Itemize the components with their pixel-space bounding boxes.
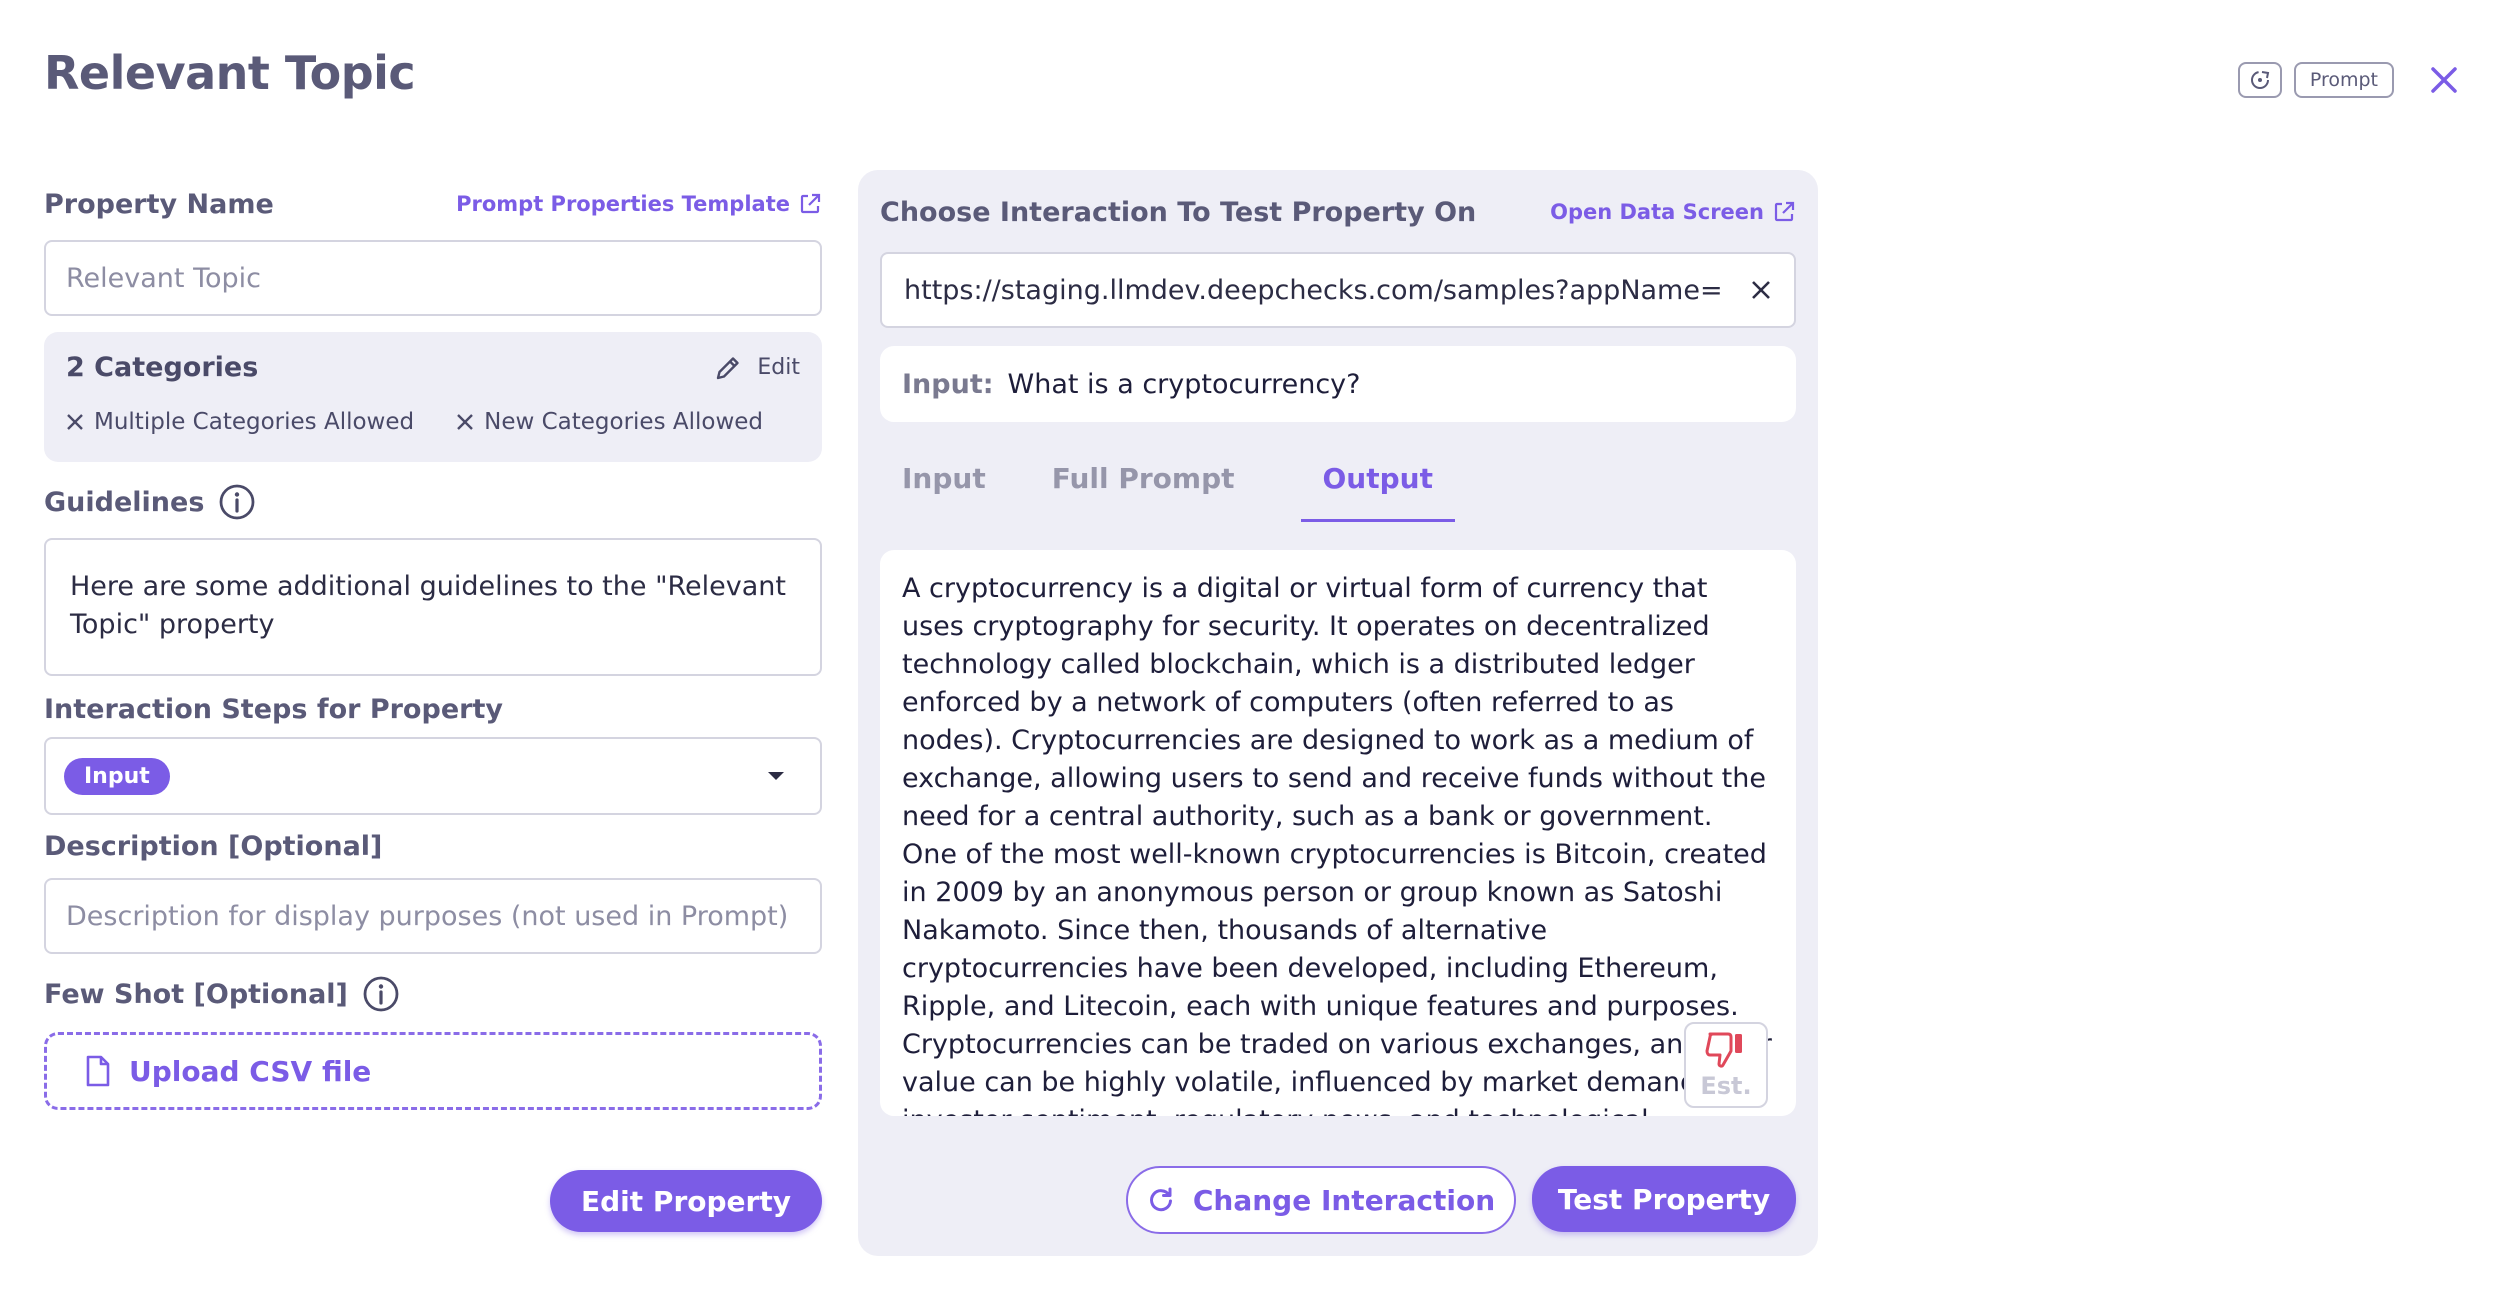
close-button[interactable]: [2422, 58, 2466, 102]
description-input[interactable]: Description for display purposes (not us…: [44, 878, 822, 954]
choose-interaction-label: Choose Interaction To Test Property On: [880, 196, 1477, 228]
estimate-label: Est.: [1700, 1072, 1752, 1100]
categories-box: 2 Categories Edit Multiple Categories Al…: [44, 332, 822, 462]
pencil-icon: [717, 356, 740, 379]
info-icon[interactable]: [362, 975, 400, 1013]
info-icon[interactable]: [218, 483, 256, 521]
few-shot-label: Few Shot [Optional]: [44, 978, 348, 1010]
edit-label: Edit: [757, 355, 800, 380]
test-property-panel: Choose Interaction To Test Property On O…: [858, 170, 1818, 1256]
change-interaction-button[interactable]: Change Interaction: [1126, 1166, 1516, 1234]
external-link-icon: [800, 193, 821, 214]
tabs: Input Full Prompt Output: [880, 458, 1796, 522]
new-categories-label: New Categories Allowed: [484, 409, 764, 435]
upload-csv-button[interactable]: Upload CSV file: [44, 1032, 822, 1110]
output-text: A cryptocurrency is a digital or virtual…: [902, 573, 1772, 1116]
page-title: Relevant Topic: [44, 46, 416, 100]
interaction-steps-select[interactable]: Input: [44, 737, 822, 815]
interaction-url-input[interactable]: https://staging.llmdev.deepchecks.com/sa…: [880, 252, 1796, 328]
property-form: Property Name Prompt Properties Template…: [44, 186, 822, 1232]
property-name-input[interactable]: Relevant Topic: [44, 240, 822, 316]
guidelines-textarea[interactable]: Here are some additional guidelines to t…: [44, 538, 822, 676]
input-value: What is a cryptocurrency?: [1007, 368, 1361, 400]
refresh-icon: [2250, 71, 2270, 89]
description-label: Description [Optional]: [44, 831, 383, 862]
tab-full-prompt[interactable]: Full Prompt: [1052, 458, 1235, 522]
top-right-controls: Prompt: [2237, 58, 2466, 102]
new-categories-option: New Categories Allowed: [456, 409, 763, 435]
thumbs-down-icon: [1705, 1032, 1742, 1068]
selected-input-display: Input: What is a cryptocurrency?: [880, 346, 1796, 422]
edit-categories-button[interactable]: Edit: [713, 353, 800, 383]
close-icon: [2431, 67, 2457, 93]
property-name-label: Property Name: [44, 188, 274, 220]
file-icon: [86, 1055, 110, 1087]
interaction-steps-label: Interaction Steps for Property: [44, 694, 503, 725]
prompt-template-link-text: Prompt Properties Template: [456, 192, 790, 216]
open-data-screen-link[interactable]: Open Data Screen: [1550, 200, 1796, 224]
output-box[interactable]: A cryptocurrency is a digital or virtual…: [880, 550, 1796, 1116]
open-data-screen-text: Open Data Screen: [1550, 200, 1764, 224]
tab-output[interactable]: Output: [1300, 458, 1455, 522]
guidelines-label: Guidelines: [44, 486, 205, 518]
change-interaction-label: Change Interaction: [1192, 1183, 1496, 1217]
categories-title: 2 Categories: [66, 352, 259, 383]
multiple-categories-label: Multiple Categories Allowed: [94, 409, 415, 435]
estimate-badge[interactable]: Est.: [1684, 1022, 1768, 1108]
external-link-icon: [1774, 201, 1795, 222]
x-icon: [457, 414, 473, 430]
interaction-url-text: https://staging.llmdev.deepchecks.com/sa…: [904, 274, 1724, 306]
dropdown-arrow-icon: [768, 772, 784, 780]
multiple-categories-option: Multiple Categories Allowed: [66, 409, 414, 435]
tab-input[interactable]: Input: [902, 458, 986, 522]
refresh-icon: [1149, 1187, 1172, 1212]
refresh-button[interactable]: [2237, 62, 2282, 98]
input-chip[interactable]: Input: [64, 757, 170, 795]
input-key: Input:: [902, 368, 994, 400]
prompt-template-link[interactable]: Prompt Properties Template: [456, 192, 822, 216]
edit-property-button[interactable]: Edit Property: [550, 1170, 822, 1232]
test-property-button[interactable]: Test Property: [1532, 1166, 1796, 1232]
prompt-button[interactable]: Prompt: [2293, 62, 2394, 98]
upload-csv-label: Upload CSV file: [129, 1054, 372, 1088]
action-buttons: Change Interaction Test Property: [1126, 1166, 1796, 1234]
clear-icon[interactable]: [1750, 279, 1772, 301]
x-icon: [67, 414, 83, 430]
